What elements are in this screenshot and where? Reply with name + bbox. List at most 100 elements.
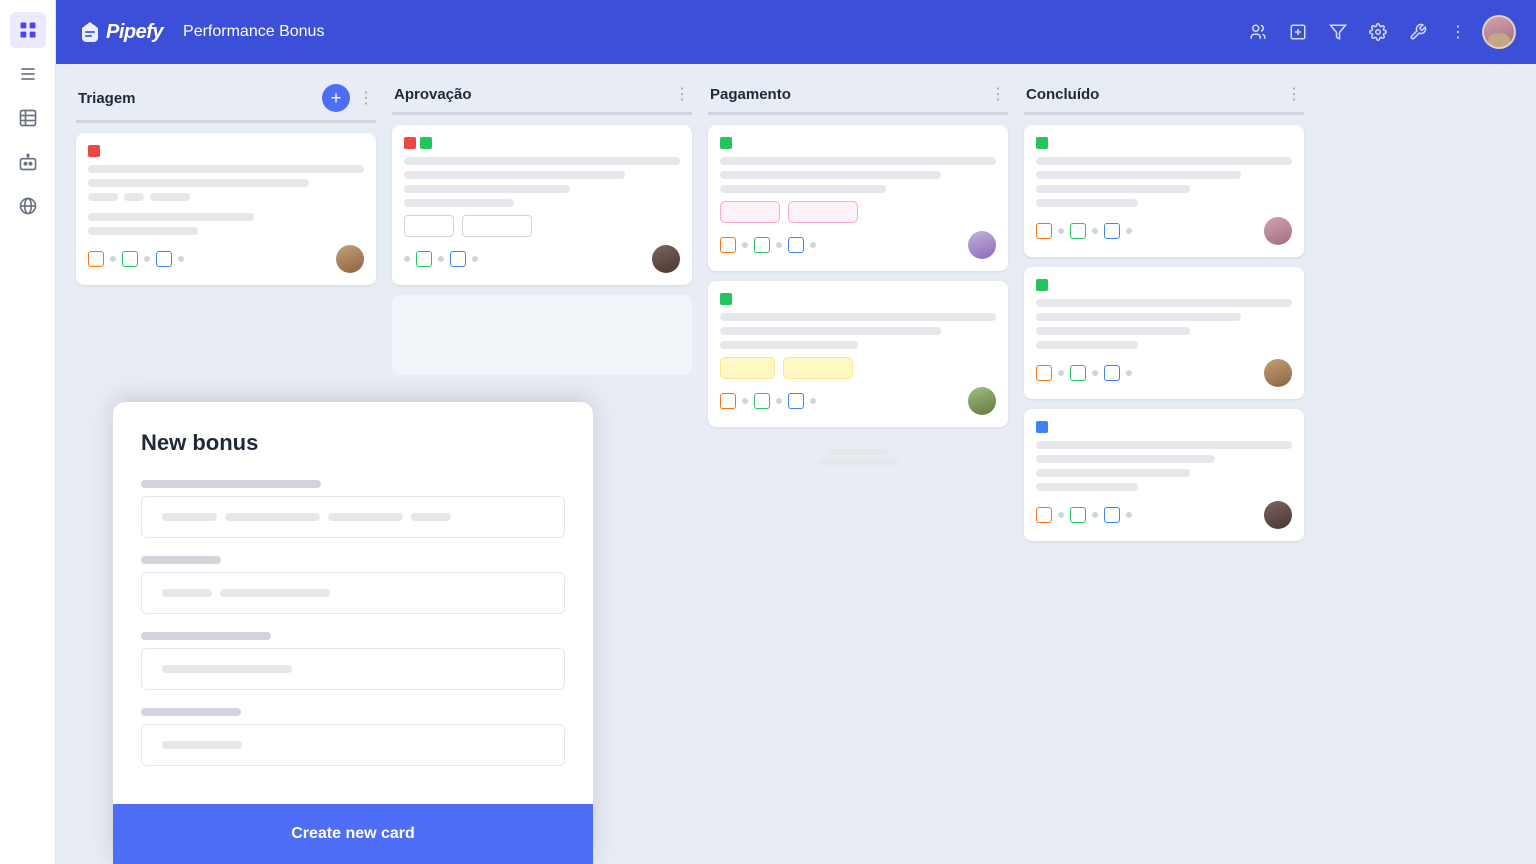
icon-green bbox=[1070, 507, 1086, 523]
header: Pipefy Performance Bonus bbox=[56, 0, 1536, 64]
dot bbox=[810, 242, 816, 248]
column-header-aprovacao: Aprovação ⋮ bbox=[392, 84, 692, 115]
more-menu-btn[interactable]: ⋮ bbox=[1442, 16, 1474, 48]
card-line bbox=[720, 171, 941, 179]
card-concluido-3[interactable] bbox=[1024, 409, 1304, 541]
card-icons bbox=[1036, 365, 1132, 381]
card-line bbox=[720, 157, 996, 165]
logo: Pipefy bbox=[76, 18, 163, 46]
tag-green bbox=[720, 137, 732, 149]
form-input-2[interactable] bbox=[141, 572, 565, 614]
icon-green bbox=[1070, 365, 1086, 381]
form-input-1[interactable] bbox=[141, 496, 565, 538]
label-pink-outline bbox=[788, 201, 858, 223]
dot bbox=[1092, 370, 1098, 376]
card-line bbox=[720, 313, 996, 321]
icon-green bbox=[754, 237, 770, 253]
dot bbox=[1058, 512, 1064, 518]
card-line bbox=[1036, 157, 1292, 165]
filter-icon-btn[interactable] bbox=[1322, 16, 1354, 48]
icon-green bbox=[1070, 223, 1086, 239]
column-menu-concluido[interactable]: ⋮ bbox=[1286, 84, 1302, 104]
dot bbox=[810, 398, 816, 404]
card-line bbox=[124, 193, 144, 201]
card-avatar bbox=[968, 231, 996, 259]
dot bbox=[472, 256, 478, 262]
card-line bbox=[404, 199, 514, 207]
card-line bbox=[720, 185, 886, 193]
column-menu-pagamento[interactable]: ⋮ bbox=[990, 84, 1006, 104]
card-line bbox=[1036, 455, 1215, 463]
form-label-2 bbox=[141, 556, 221, 564]
card-line bbox=[404, 185, 570, 193]
dot bbox=[742, 242, 748, 248]
card-line bbox=[1036, 327, 1190, 335]
dot bbox=[438, 256, 444, 262]
card-line bbox=[720, 327, 941, 335]
icon-blue bbox=[1104, 507, 1120, 523]
column-menu-triagem[interactable]: ⋮ bbox=[358, 88, 374, 108]
card-pagamento-1[interactable] bbox=[708, 125, 1008, 271]
form-input-4[interactable] bbox=[141, 724, 565, 766]
dot bbox=[404, 256, 410, 262]
card-triagem-1[interactable] bbox=[76, 133, 376, 285]
card-icons bbox=[720, 237, 816, 253]
sidebar-item-home[interactable] bbox=[10, 12, 46, 48]
icon-orange bbox=[1036, 507, 1052, 523]
tag-green bbox=[1036, 279, 1048, 291]
column-title-pagamento: Pagamento bbox=[710, 86, 982, 103]
icon-blue bbox=[788, 393, 804, 409]
tag-green bbox=[420, 137, 432, 149]
column-header-pagamento: Pagamento ⋮ bbox=[708, 84, 1008, 115]
dot bbox=[144, 256, 150, 262]
card-concluido-2[interactable] bbox=[1024, 267, 1304, 399]
card-line bbox=[1036, 299, 1292, 307]
dot bbox=[1126, 228, 1132, 234]
card-line bbox=[1036, 341, 1138, 349]
card-aprovacao-1[interactable] bbox=[392, 125, 692, 285]
label-pink-outline bbox=[720, 201, 780, 223]
form-group-2 bbox=[141, 556, 565, 614]
card-line bbox=[404, 171, 625, 179]
card-avatar bbox=[652, 245, 680, 273]
load-more bbox=[708, 437, 1008, 477]
panel-body: New bonus bbox=[113, 402, 593, 804]
icon-blue bbox=[450, 251, 466, 267]
card-pagamento-2[interactable] bbox=[708, 281, 1008, 427]
add-card-triagem-btn[interactable]: + bbox=[322, 84, 350, 112]
user-avatar[interactable] bbox=[1482, 15, 1516, 49]
main-content: Pipefy Performance Bonus bbox=[56, 0, 1536, 864]
card-line bbox=[1036, 483, 1138, 491]
tag-green bbox=[1036, 137, 1048, 149]
icon-orange bbox=[720, 237, 736, 253]
card-line bbox=[404, 157, 680, 165]
icon-orange bbox=[1036, 365, 1052, 381]
card-line bbox=[150, 193, 190, 201]
card-line bbox=[88, 213, 254, 221]
settings-icon-btn[interactable] bbox=[1362, 16, 1394, 48]
sidebar-item-bot[interactable] bbox=[10, 144, 46, 180]
wrench-icon-btn[interactable] bbox=[1402, 16, 1434, 48]
column-title-aprovacao: Aprovação bbox=[394, 86, 666, 103]
sidebar-item-list[interactable] bbox=[10, 56, 46, 92]
card-avatar bbox=[968, 387, 996, 415]
import-icon-btn[interactable] bbox=[1282, 16, 1314, 48]
card-concluido-1[interactable] bbox=[1024, 125, 1304, 257]
column-menu-aprovacao[interactable]: ⋮ bbox=[674, 84, 690, 104]
create-new-card-button[interactable]: Create new card bbox=[113, 804, 593, 864]
column-header-triagem: Triagem + ⋮ bbox=[76, 84, 376, 123]
card-line bbox=[1036, 313, 1241, 321]
card-label bbox=[404, 215, 454, 237]
card-line bbox=[88, 165, 364, 173]
card-icons bbox=[720, 393, 816, 409]
card-avatar bbox=[1264, 501, 1292, 529]
sidebar-item-globe[interactable] bbox=[10, 188, 46, 224]
sidebar bbox=[0, 0, 56, 864]
dot bbox=[1058, 370, 1064, 376]
dot bbox=[1058, 228, 1064, 234]
dot bbox=[110, 256, 116, 262]
users-icon-btn[interactable] bbox=[1242, 16, 1274, 48]
form-input-3[interactable] bbox=[141, 648, 565, 690]
sidebar-item-table[interactable] bbox=[10, 100, 46, 136]
column-title-triagem: Triagem bbox=[78, 90, 314, 107]
